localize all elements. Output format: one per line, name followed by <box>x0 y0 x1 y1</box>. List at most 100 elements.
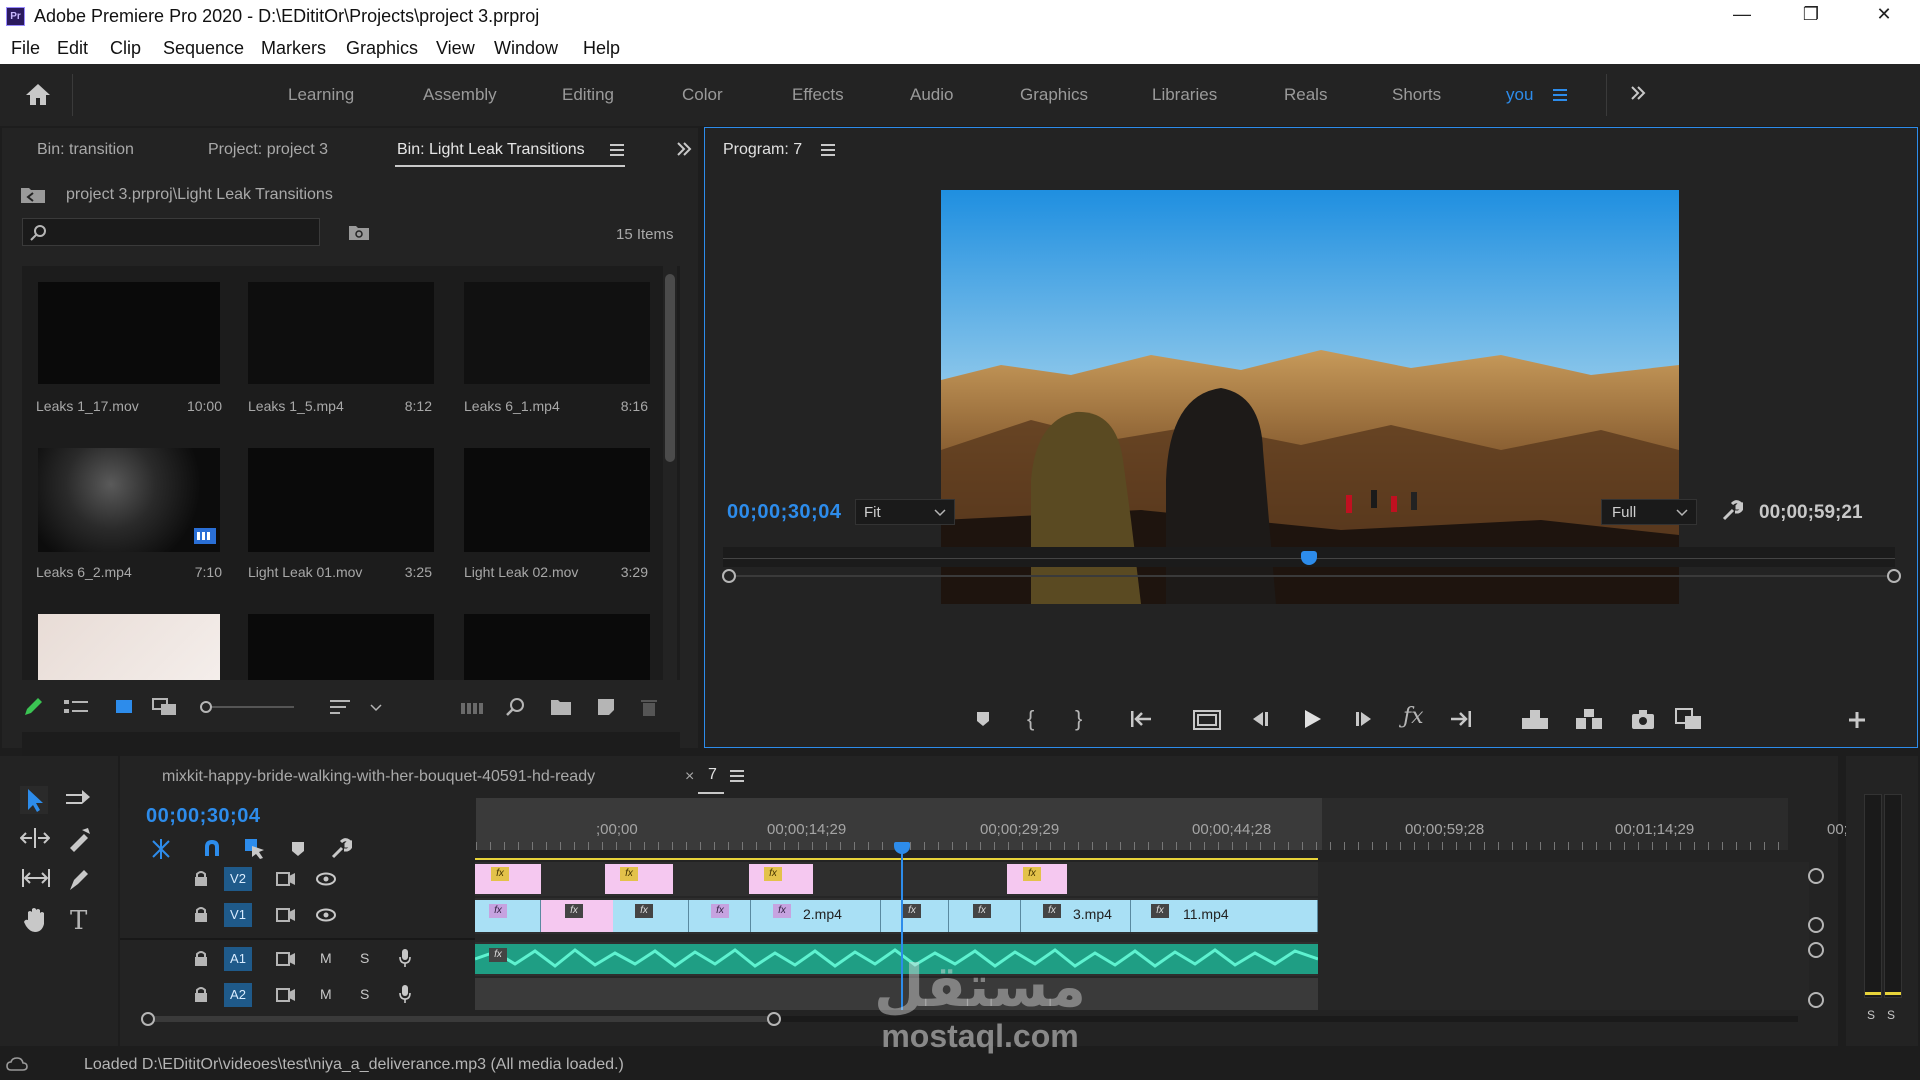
close-tab-icon[interactable]: × <box>685 768 694 786</box>
list-view-icon[interactable] <box>64 698 88 716</box>
microphone-icon[interactable] <box>398 948 412 968</box>
workspace-you[interactable]: you <box>1506 85 1533 105</box>
zoom-bar-end-handle[interactable] <box>1887 569 1901 583</box>
timeline-zoom-start-handle[interactable] <box>141 1012 155 1026</box>
fx-icon[interactable]: ƒx <box>1403 706 1424 728</box>
menu-clip[interactable]: Clip <box>110 38 141 59</box>
thumbnail-light-leak-01[interactable] <box>248 448 434 552</box>
track-select-tool-icon[interactable] <box>64 788 92 812</box>
maximize-button[interactable]: ❐ <box>1786 4 1836 30</box>
program-playhead[interactable] <box>1301 551 1317 565</box>
thumbnail-leaks-1-5[interactable] <box>248 282 434 384</box>
zoom-slider-handle[interactable] <box>200 701 212 713</box>
hand-tool-icon[interactable] <box>22 906 48 934</box>
track-row-v2[interactable] <box>475 862 1318 896</box>
menu-view[interactable]: View <box>436 38 475 59</box>
tab-bin-transition[interactable]: Bin: transition <box>37 141 134 159</box>
menu-help[interactable]: Help <box>583 38 620 59</box>
trash-icon[interactable] <box>640 697 658 717</box>
sync-lock-icon[interactable] <box>276 908 296 922</box>
zoom-slider-track[interactable] <box>204 706 294 708</box>
menu-edit[interactable]: Edit <box>57 38 88 59</box>
search-input[interactable] <box>22 218 320 246</box>
timeline-timecode[interactable]: 00;00;30;04 <box>146 805 260 828</box>
microphone-icon[interactable] <box>398 984 412 1004</box>
new-bin-icon[interactable] <box>550 698 572 716</box>
track-target-a1[interactable]: A1 <box>224 947 252 971</box>
type-tool-icon[interactable]: T <box>70 908 87 934</box>
go-to-out-icon[interactable] <box>1449 710 1473 728</box>
bin-up-icon[interactable] <box>20 184 46 204</box>
step-forward-icon[interactable] <box>1353 710 1375 728</box>
video-scroll-handle-top[interactable] <box>1808 868 1824 884</box>
mark-in-icon[interactable]: { <box>1027 708 1034 730</box>
new-item-icon[interactable] <box>596 697 616 717</box>
tab-project[interactable]: Project: project 3 <box>208 141 328 159</box>
clip-v1-1[interactable] <box>475 900 541 932</box>
extract-icon[interactable] <box>1575 708 1603 730</box>
more-panels-icon[interactable] <box>676 142 692 156</box>
sync-lock-icon[interactable] <box>276 952 296 966</box>
workspace-libraries[interactable]: Libraries <box>1152 85 1217 105</box>
menu-graphics[interactable]: Graphics <box>346 38 418 59</box>
track-target-a2[interactable]: A2 <box>224 983 252 1007</box>
panel-menu-icon[interactable] <box>821 144 835 156</box>
menu-sequence[interactable]: Sequence <box>163 38 244 59</box>
solo-left-button[interactable]: S <box>1867 1008 1875 1022</box>
mute-button-a2[interactable]: M <box>320 986 332 1002</box>
lock-icon[interactable] <box>194 906 208 922</box>
timeline-zoom-end-handle[interactable] <box>767 1012 781 1026</box>
workspace-learning[interactable]: Learning <box>288 85 354 105</box>
lock-icon[interactable] <box>194 950 208 966</box>
timeline-settings-icon[interactable] <box>330 838 352 860</box>
workspace-effects[interactable]: Effects <box>792 85 844 105</box>
snap-icon[interactable] <box>202 838 222 858</box>
lock-icon[interactable] <box>194 870 208 886</box>
find-icon[interactable] <box>506 697 526 717</box>
home-icon[interactable] <box>25 82 51 106</box>
minimize-button[interactable]: — <box>1717 4 1767 30</box>
workspace-editing[interactable]: Editing <box>562 85 614 105</box>
sync-lock-icon[interactable] <box>276 988 296 1002</box>
new-search-bin-icon[interactable] <box>348 223 370 241</box>
workspace-audio[interactable]: Audio <box>910 85 953 105</box>
grid-scrollbar-thumb[interactable] <box>665 274 675 462</box>
program-scrubber[interactable] <box>723 547 1895 567</box>
quality-dropdown[interactable]: Full <box>1601 499 1697 525</box>
export-frame-icon[interactable] <box>1631 708 1655 730</box>
menu-markers[interactable]: Markers <box>261 38 326 59</box>
linked-selection-icon[interactable] <box>244 838 266 860</box>
ripple-edit-tool-icon[interactable] <box>20 826 50 850</box>
step-back-icon[interactable] <box>1249 710 1271 728</box>
solo-right-button[interactable]: S <box>1887 1008 1895 1022</box>
fit-dropdown[interactable]: Fit <box>855 499 955 525</box>
add-marker-icon[interactable] <box>975 710 991 728</box>
selection-tool-icon[interactable] <box>20 786 48 814</box>
workspace-color[interactable]: Color <box>682 85 723 105</box>
panel-menu-icon[interactable] <box>610 144 624 156</box>
thumbnail-leaks-1-17[interactable] <box>38 282 220 384</box>
solo-button-a2[interactable]: S <box>360 986 369 1002</box>
tab-sequence-7[interactable]: 7 <box>708 766 717 784</box>
pencil-icon[interactable] <box>22 696 44 718</box>
workspace-assembly[interactable]: Assembly <box>423 85 497 105</box>
pen-tool-icon[interactable] <box>66 866 92 892</box>
thumbnail-leaks-6-1[interactable] <box>464 282 650 384</box>
zoom-bar-track[interactable] <box>723 575 1893 577</box>
workspace-graphics[interactable]: Graphics <box>1020 85 1088 105</box>
thumbnail-light-leak-02[interactable] <box>464 448 650 552</box>
workspace-menu-icon[interactable] <box>1553 89 1567 101</box>
chevron-down-icon[interactable] <box>370 704 382 712</box>
slip-tool-icon[interactable] <box>20 866 52 890</box>
lock-icon[interactable] <box>194 986 208 1002</box>
sync-lock-icon[interactable] <box>276 872 296 886</box>
safe-margins-icon[interactable] <box>1193 710 1221 730</box>
play-icon[interactable] <box>1301 708 1323 730</box>
eye-icon[interactable] <box>316 908 336 922</box>
mark-out-icon[interactable]: } <box>1075 708 1082 730</box>
workspace-reals[interactable]: Reals <box>1284 85 1327 105</box>
automate-sequence-icon[interactable] <box>460 700 484 716</box>
zoom-bar-start-handle[interactable] <box>722 569 736 583</box>
sort-icon[interactable] <box>330 698 352 716</box>
eye-icon[interactable] <box>316 872 336 886</box>
